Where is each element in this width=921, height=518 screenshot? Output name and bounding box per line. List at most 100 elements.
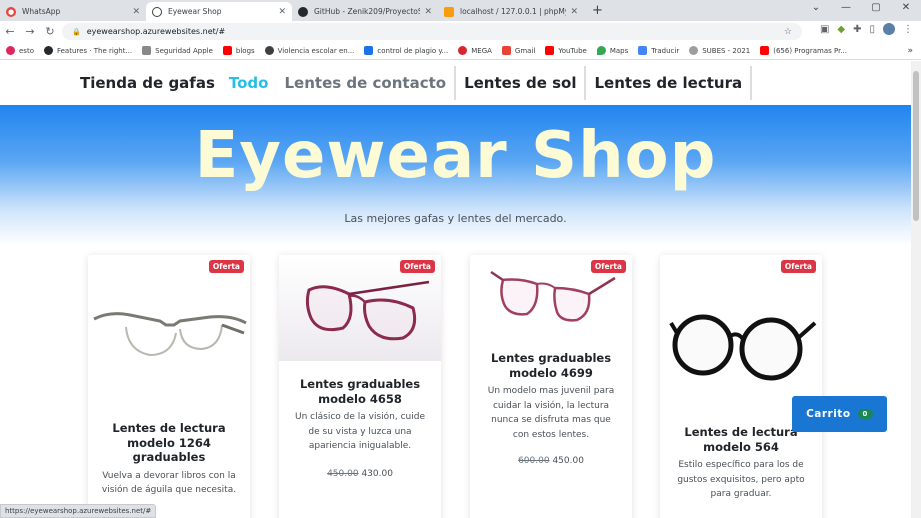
product-card[interactable]: Oferta Lentes de lectura modelo 564 Esti…: [660, 255, 822, 518]
bookmark-item[interactable]: Maps: [596, 46, 629, 55]
github-icon: [43, 46, 53, 55]
tab-eyewear-shop[interactable]: Eyewear Shop ✕: [146, 2, 292, 21]
whatsapp-icon: ●: [6, 6, 16, 17]
extension-icon[interactable]: ▣: [820, 24, 829, 35]
product-image[interactable]: [88, 255, 250, 421]
bookmark-item[interactable]: MEGA: [458, 46, 492, 55]
minimize-icon[interactable]: —: [831, 2, 861, 13]
page-scrollbar[interactable]: [911, 61, 921, 518]
window-controls: ⌄ — ▢ ✕: [801, 2, 921, 13]
back-icon[interactable]: ←: [0, 25, 20, 38]
bookmark-item[interactable]: control de plagio y...: [364, 46, 448, 55]
phpmyadmin-icon: [444, 6, 454, 17]
bookmark-label: Features · The right...: [56, 46, 133, 55]
site-brand[interactable]: Tienda de gafas: [80, 74, 215, 92]
globe-icon: [264, 46, 274, 55]
bookmark-label: YouTube: [558, 46, 587, 55]
bookmark-item[interactable]: esto: [6, 46, 34, 55]
youtube-icon: [760, 46, 770, 55]
profile-avatar[interactable]: [883, 23, 895, 35]
scrollbar-thumb[interactable]: [913, 71, 919, 221]
product-description: Un modelo mas juvenil para cuidar la vis…: [487, 386, 615, 440]
product-description: Estilo específico para los de gustos exq…: [677, 460, 805, 499]
bookmark-label: Maps: [609, 46, 629, 55]
maps-icon: [596, 46, 606, 55]
url-text: eyewearshop.azurewebsites.net/#: [86, 27, 226, 36]
product-title: Lentes graduables modelo 4658: [299, 377, 421, 406]
offer-badge: Oferta: [780, 260, 816, 273]
youtube-icon: [545, 46, 555, 55]
current-price: 450.00: [552, 456, 584, 466]
nav-link-todo[interactable]: Todo: [229, 66, 277, 100]
github-icon: [298, 6, 308, 17]
bookmark-star-icon[interactable]: ☆: [784, 27, 792, 37]
product-card[interactable]: Oferta Lentes graduables modelo 4658 Un …: [279, 255, 441, 518]
offer-badge: Oferta: [208, 260, 244, 273]
tab-whatsapp[interactable]: ● WhatsApp ✕: [0, 2, 146, 21]
close-icon[interactable]: ✕: [424, 7, 432, 17]
page-viewport: Tienda de gafas Todo Lentes de contacto …: [0, 61, 911, 518]
bookmark-item[interactable]: YouTube: [545, 46, 587, 55]
hero-subtitle: Las mejores gafas y lentes del mercado.: [344, 212, 567, 225]
cart-count-badge: 0: [857, 409, 873, 419]
menu-icon[interactable]: ⋮: [903, 24, 913, 35]
product-price: 600.00 450.00: [470, 456, 632, 466]
product-price: 450.00 430.00: [279, 469, 441, 479]
bookmarks-overflow-button[interactable]: »: [907, 46, 913, 56]
bookmark-label: Traducir: [651, 46, 680, 55]
status-bar: https://eyewearshop.azurewebsites.net/#: [0, 504, 157, 518]
product-title: Lentes graduables modelo 4699: [490, 351, 612, 380]
nav-link-lentes-de-contacto[interactable]: Lentes de contacto: [276, 66, 457, 100]
reload-icon[interactable]: ↻: [40, 25, 60, 38]
bookmark-item[interactable]: Features · The right...: [43, 46, 133, 55]
close-window-icon[interactable]: ✕: [891, 2, 921, 13]
product-title: Lentes de lectura modelo 1264 graduables: [112, 421, 226, 464]
heart-icon: [6, 46, 15, 55]
current-price: 430.00: [361, 468, 393, 479]
tab-title: GitHub - Zenik209/ProyectoSisDi: [314, 7, 421, 16]
globe-icon: [152, 6, 162, 17]
bookmark-label: MEGA: [471, 46, 492, 55]
site-navbar: Tienda de gafas Todo Lentes de contacto …: [0, 61, 911, 105]
plagio-icon: [364, 46, 374, 55]
forward-icon[interactable]: →: [20, 25, 40, 38]
bookmark-item[interactable]: Seguridad Apple: [142, 46, 213, 55]
extensions-area: ▣ ◆ ✚ ▯ ⋮: [820, 23, 913, 35]
bookmark-item[interactable]: Violencia escolar en...: [264, 46, 355, 55]
download-extension-icon[interactable]: ◆: [837, 24, 845, 35]
cart-label: Carrito: [806, 408, 851, 420]
bookmark-item[interactable]: Traducir: [638, 46, 679, 55]
product-card[interactable]: Oferta Lentes graduables modelo 4699 Un …: [470, 255, 632, 518]
bookmark-label: control de plagio y...: [377, 46, 449, 55]
sidebar-icon[interactable]: ▯: [869, 24, 875, 35]
tab-title: localhost / 127.0.0.1 | phpMyAdm: [460, 7, 566, 16]
nav-link-lentes-de-sol[interactable]: Lentes de sol: [456, 66, 587, 100]
close-icon[interactable]: ✕: [570, 7, 578, 17]
offer-badge: Oferta: [590, 260, 626, 273]
lock-icon[interactable]: 🔒: [72, 28, 81, 36]
translate-icon: [638, 46, 648, 55]
puzzle-icon[interactable]: ✚: [853, 24, 861, 35]
offer-badge: Oferta: [399, 260, 435, 273]
hero-title: Eyewear Shop: [194, 119, 717, 193]
close-icon[interactable]: ✕: [132, 7, 140, 17]
address-bar[interactable]: 🔒 eyewearshop.azurewebsites.net/# ☆: [62, 23, 802, 40]
mega-icon: [458, 46, 468, 55]
tab-search-icon[interactable]: ⌄: [801, 2, 831, 13]
tab-github[interactable]: GitHub - Zenik209/ProyectoSisDi ✕: [292, 2, 438, 21]
bookmark-item[interactable]: blogs: [222, 46, 255, 55]
maximize-icon[interactable]: ▢: [861, 2, 891, 13]
old-price: 600.00: [518, 456, 550, 466]
close-icon[interactable]: ✕: [278, 7, 286, 17]
cart-button[interactable]: Carrito 0: [792, 396, 887, 432]
new-tab-button[interactable]: +: [584, 3, 611, 18]
product-card[interactable]: Oferta Lentes de lectura modelo 1264 gra…: [88, 255, 250, 518]
bookmark-item[interactable]: (656) Programas Pr...: [760, 46, 847, 55]
bookmark-label: Violencia escolar en...: [277, 46, 355, 55]
bookmark-item[interactable]: Gmail: [501, 46, 536, 55]
bookmark-item[interactable]: SUBES - 2021: [689, 46, 750, 55]
bookmark-label: Gmail: [514, 46, 536, 55]
tab-phpmyadmin[interactable]: localhost / 127.0.0.1 | phpMyAdm ✕: [438, 2, 584, 21]
apple-icon: [142, 46, 152, 55]
nav-link-lentes-de-lectura[interactable]: Lentes de lectura: [586, 66, 753, 100]
